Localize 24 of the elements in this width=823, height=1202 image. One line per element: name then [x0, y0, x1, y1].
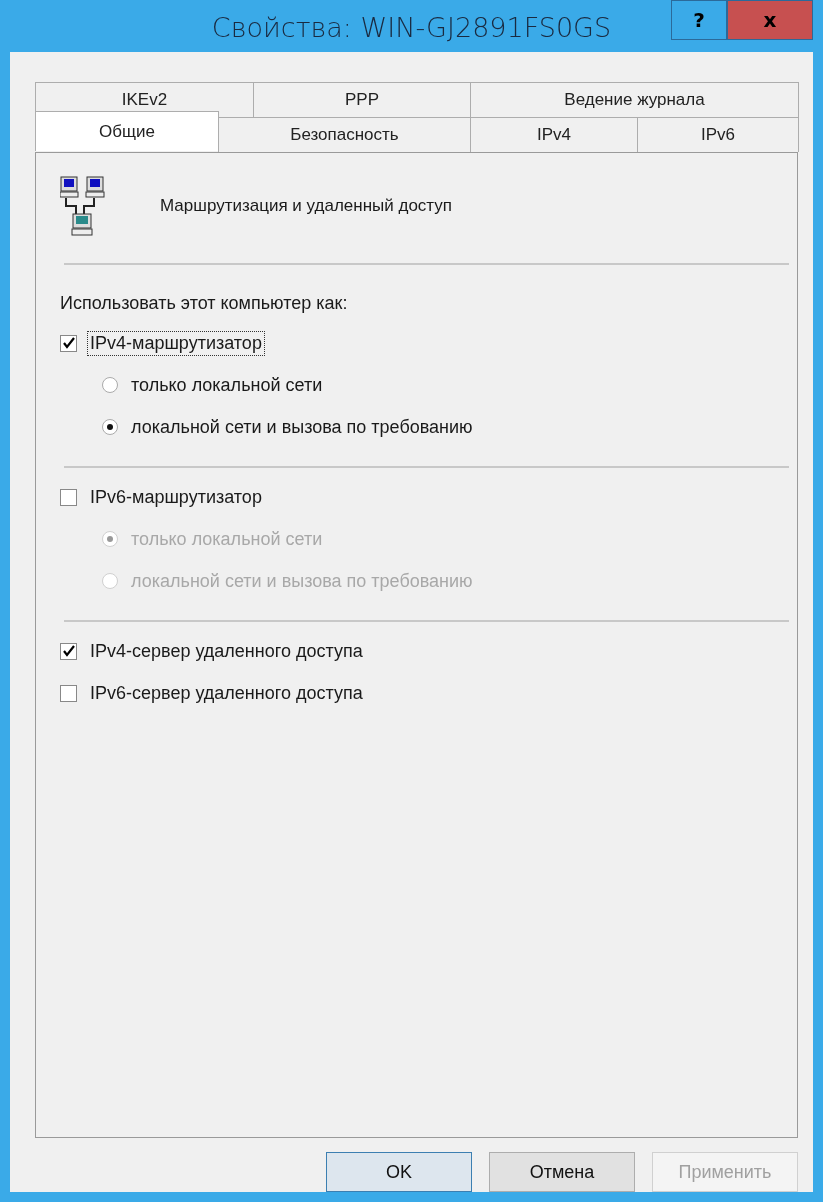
checkbox-label[interactable]: IPv4-маршрутизатор: [87, 330, 265, 356]
checkbox-label[interactable]: IPv4-сервер удаленного доступа: [87, 638, 366, 664]
tab[interactable]: Ведение журнала: [470, 82, 799, 117]
checkbox[interactable]: [60, 642, 77, 660]
radio-button[interactable]: [102, 419, 118, 435]
radio-label[interactable]: локальной сети и вызова по требованию: [128, 414, 476, 440]
group-label: Использовать этот компьютер как:: [60, 293, 349, 314]
tab[interactable]: IPv6: [637, 117, 799, 152]
header-text: Маршрутизация и удаленный доступ: [160, 196, 453, 216]
window-title: Свойства: WIN-GJ2891FS0GS: [211, 11, 612, 43]
checkbox[interactable]: [60, 488, 77, 506]
radio-label[interactable]: только локальной сети: [128, 372, 326, 398]
checkbox-label[interactable]: IPv6-маршрутизатор: [87, 484, 265, 510]
checkbox[interactable]: [60, 334, 77, 352]
tab[interactable]: Безопасность: [218, 117, 471, 152]
close-button[interactable]: x: [727, 0, 813, 40]
dialog-button[interactable]: OK: [326, 1152, 472, 1192]
radio-button[interactable]: [102, 377, 118, 393]
checkbox-label[interactable]: IPv6-сервер удаленного доступа: [87, 680, 366, 706]
checkbox[interactable]: [60, 684, 77, 702]
dialog-button[interactable]: Отмена: [489, 1152, 635, 1192]
help-button[interactable]: ?: [671, 0, 727, 40]
network-computers-icon: [60, 176, 106, 236]
tab[interactable]: Общие: [35, 111, 219, 151]
